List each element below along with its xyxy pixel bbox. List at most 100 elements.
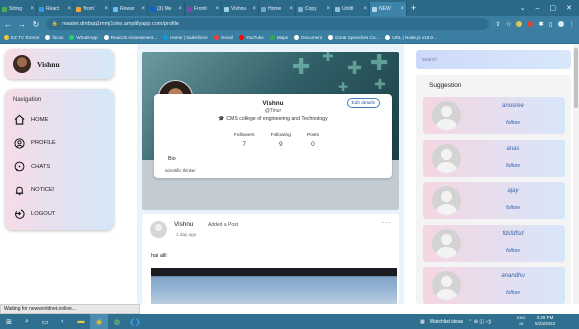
browser-tab[interactable]: String × (0, 2, 37, 16)
tab-search-icon[interactable]: ⌄ (520, 4, 526, 12)
bookmark-item[interactable]: EZ TV Torrent (4, 35, 39, 40)
tab-close-icon[interactable]: × (363, 6, 367, 12)
browser-tab[interactable]: Rewar × (111, 2, 148, 16)
new-tab-button[interactable]: + (407, 3, 420, 13)
following-stat[interactable]: Following 9 (271, 133, 291, 148)
forward-arrow-icon[interactable]: → (18, 20, 26, 29)
tab-close-icon[interactable]: × (104, 6, 108, 12)
edge-browser-icon[interactable]: ◐ (54, 314, 72, 329)
browser-tab[interactable]: React × (37, 2, 74, 16)
tab-close-icon[interactable]: × (252, 6, 256, 12)
bio-text: scientific thinker (165, 168, 196, 173)
follow-button[interactable]: follow (463, 120, 563, 126)
bookmark-favicon-icon (385, 35, 391, 40)
posts-stat[interactable]: Posts 0 (307, 133, 319, 148)
followers-stat[interactable]: Followers 7 (234, 133, 255, 148)
extension-red-icon[interactable] (527, 21, 534, 27)
close-window-button[interactable]: ✕ (566, 4, 572, 12)
reload-icon[interactable]: ↻ (32, 20, 40, 29)
maximize-button[interactable]: ▢ (550, 4, 557, 12)
nav-item-logout[interactable]: LOGOUT (13, 202, 106, 226)
back-arrow-icon[interactable]: ← (4, 20, 12, 29)
tray-weather[interactable]: ▦ Watchlist ideas ⌃ ⊕ ◫ ◁) (420, 314, 491, 329)
post-author[interactable]: Vishnu (174, 221, 193, 228)
profile-avatar-icon[interactable] (557, 21, 564, 27)
language-indicator[interactable]: ENG IN (517, 315, 526, 327)
toolbar-icons: ⇪ ☆ ✱ ▯ ⋮ (495, 20, 575, 28)
bookmark-item[interactable]: Home | Salesforce (163, 35, 208, 40)
tab-favicon-icon (298, 6, 303, 12)
page-scrollbar[interactable] (573, 44, 579, 304)
bookmark-item[interactable]: Great Speeches Co... (328, 35, 379, 40)
browser-tab[interactable]: Home × (259, 2, 296, 16)
follow-button[interactable]: follow (463, 290, 563, 296)
user-card[interactable]: Vishnu (5, 49, 114, 79)
tab-close-icon[interactable]: × (67, 6, 71, 12)
weather-icon: ▦ (420, 318, 425, 325)
tab-close-icon[interactable]: × (289, 6, 293, 12)
tab-title: Fronti (194, 6, 207, 12)
star-icon[interactable]: ☆ (506, 20, 512, 28)
bookmark-item[interactable]: WhatsApp (69, 35, 98, 40)
nav-item-chats[interactable]: CHATS (13, 155, 106, 179)
follow-button[interactable]: follow (463, 248, 563, 254)
suggestion-name[interactable]: anusree (463, 103, 563, 109)
clock[interactable]: 3:29 PM 5/23/2023 (535, 315, 555, 327)
task-view-icon[interactable]: ▭ (36, 314, 54, 329)
nav-item-home[interactable]: HOME (13, 108, 106, 132)
browser-tab[interactable]: Copy × (296, 2, 333, 16)
tab-close-icon[interactable]: × (215, 6, 219, 12)
bookmark-item[interactable]: Document (294, 35, 322, 40)
browser-tab[interactable]: Fronti × (185, 2, 222, 16)
bookmark-item[interactable]: Gmail (213, 35, 233, 40)
extension-icon[interactable] (516, 21, 523, 27)
bookmark-item[interactable]: focus (45, 35, 63, 40)
menu-icon[interactable]: ⋮ (569, 20, 576, 28)
bookmark-item[interactable]: YouTube (238, 35, 264, 40)
suggestion-name[interactable]: anandhu (463, 273, 563, 279)
browser-tab[interactable]: Untitl × (333, 2, 370, 16)
tab-close-icon[interactable]: × (326, 6, 330, 12)
tab-close-icon[interactable]: × (400, 6, 404, 12)
edit-details-button[interactable]: Edit details (346, 98, 380, 108)
suggestion-name[interactable]: fdsfdfsd (463, 231, 563, 237)
search-input[interactable]: search (416, 50, 571, 69)
suggestion-name[interactable]: anas (463, 146, 563, 152)
chrome-icon[interactable]: ◉ (90, 314, 108, 329)
tab-favicon-icon (261, 6, 266, 12)
tab-close-icon[interactable]: × (178, 6, 182, 12)
tab-close-icon[interactable]: × (141, 6, 145, 12)
bookmark-item[interactable]: URL | Node.js v19.0... (385, 35, 437, 40)
file-explorer-icon[interactable]: ▬ (72, 314, 90, 329)
tray-icons[interactable]: ⌃ ⊕ ◫ ◁) (468, 319, 491, 325)
follow-button[interactable]: follow (463, 205, 563, 211)
browser-tab[interactable]: (3) Me × (148, 2, 185, 16)
weather-text: Watchlist ideas (429, 318, 464, 325)
os-taskbar: ⊞ ⌕ ▭ ◐ ▬ ◉ ◍ ❮❯ ▦ Watchlist ideas ⌃ ⊕ ◫… (0, 314, 579, 329)
nav-item-profile[interactable]: PROFILE (13, 132, 106, 156)
puzzle-icon[interactable]: ✱ (538, 20, 543, 28)
scrollbar-thumb[interactable] (574, 48, 578, 108)
suggestion-name[interactable]: ajay (463, 188, 563, 194)
post-menu-icon[interactable]: ... (382, 218, 391, 225)
minimize-button[interactable]: – (536, 5, 540, 12)
browser-tab[interactable]: Vishnu × (222, 2, 259, 16)
bookmark-item[interactable]: Maps (269, 35, 288, 40)
follow-button[interactable]: follow (463, 163, 563, 169)
bookmark-item[interactable]: ReactJs Assessment... (103, 35, 157, 40)
app-icon[interactable]: ◍ (108, 314, 126, 329)
share-icon[interactable]: ⇪ (495, 20, 500, 28)
start-icon[interactable]: ⊞ (0, 314, 18, 329)
tab-close-icon[interactable]: × (30, 6, 34, 12)
search-icon[interactable]: ⌕ (18, 314, 36, 329)
address-bar[interactable]: 🔒 master.dmbqq1mmj1oke.amplifyapp.com/pr… (45, 18, 490, 30)
vscode-icon[interactable]: ❮❯ (126, 314, 144, 329)
sidebar-icon[interactable]: ▯ (549, 20, 553, 28)
browser-tab[interactable]: 'from' × (74, 2, 111, 16)
nav-item-notice[interactable]: NOTICE! (13, 179, 106, 203)
post-image[interactable] (151, 268, 397, 304)
browser-tab[interactable]: NEW × (370, 2, 407, 16)
nav-item-label: LOGOUT (31, 210, 56, 217)
cover-pattern: ✚ (322, 52, 334, 64)
tab-title: (3) Me (157, 6, 172, 12)
